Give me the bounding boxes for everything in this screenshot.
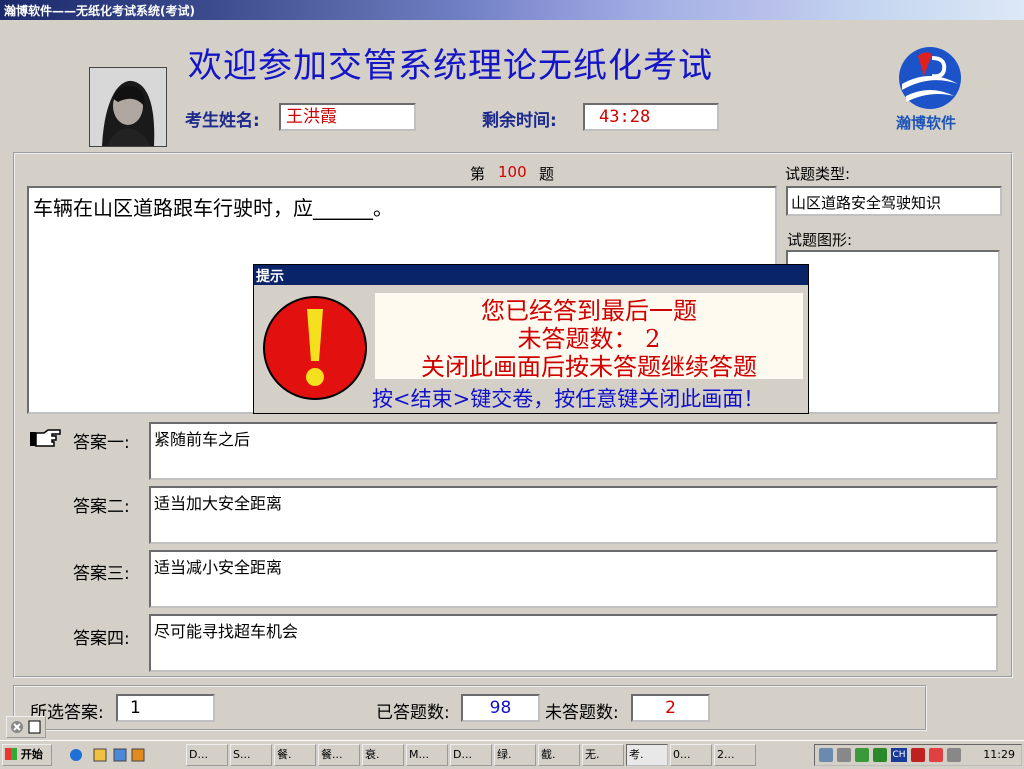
window-title-bar[interactable]: 瀚博软件——无纸化考试系统(考试): [0, 0, 1024, 20]
question-type-label: 试题类型:: [785, 165, 851, 183]
network-icon[interactable]: [819, 748, 833, 762]
taskbar-button-exam[interactable]: 考.: [626, 744, 668, 766]
unanswered-count-value: 2: [665, 698, 676, 718]
taskbar-button-3[interactable]: 餐.: [274, 744, 316, 766]
quick-launch-icons[interactable]: [64, 745, 154, 765]
answer-4-label: 答案四:: [73, 629, 130, 649]
ime-icon[interactable]: [911, 748, 925, 762]
answer-1-label: 答案一:: [73, 433, 130, 453]
answer-3-option[interactable]: 适当减小安全距离: [149, 550, 998, 608]
antivirus-icon[interactable]: [855, 748, 869, 762]
clock: 11:29: [983, 748, 1015, 761]
floating-toolbar[interactable]: [6, 716, 46, 738]
volume-icon[interactable]: [837, 748, 851, 762]
examinee-name-field: 王洪霞: [279, 103, 416, 131]
taskbar-button-7[interactable]: D...: [450, 744, 492, 766]
dialog-hint: 按<结束>键交卷，按任意键关闭此画面！: [372, 387, 765, 411]
tray-misc-icon[interactable]: [947, 748, 961, 762]
pointing-hand-icon: [30, 428, 62, 450]
question-type-value: 山区道路安全驾驶知识: [791, 194, 942, 212]
question-number-suffix: 题: [539, 165, 555, 183]
tray-app-icon[interactable]: [929, 748, 943, 762]
unanswered-count-label: 未答题数:: [545, 703, 619, 723]
dialog-message-box: 您已经答到最后一题 未答题数： 2 关闭此画面后按未答题继续答题: [375, 293, 803, 381]
taskbar-button-6[interactable]: M...: [406, 744, 448, 766]
question-text: 车辆在山区道路跟车行驶时，应______。: [33, 196, 393, 220]
answer-2-option[interactable]: 适当加大安全距离: [149, 486, 998, 544]
start-label: 开始: [20, 748, 43, 761]
taskbar-button-13[interactable]: 2...: [714, 744, 756, 766]
update-icon[interactable]: [873, 748, 887, 762]
answer-2-label: 答案二:: [73, 497, 130, 517]
prompt-dialog[interactable]: 提示 您已经答到最后一题 未答题数： 2 关闭此画面后按未答题继续答题 按<结束…: [253, 264, 809, 414]
question-figure-label: 试题图形:: [787, 231, 853, 249]
taskbar-button-2[interactable]: S...: [230, 744, 272, 766]
answer-3-label: 答案三:: [73, 564, 130, 584]
question-type-field: 山区道路安全驾驶知识: [786, 186, 1002, 216]
dialog-title-bar[interactable]: 提示: [254, 265, 808, 285]
answer-4-option[interactable]: 尽可能寻找超车机会: [149, 614, 998, 672]
taskbar-button-4[interactable]: 餐...: [318, 744, 360, 766]
question-number-prefix: 第: [470, 165, 486, 183]
answer-3-text: 适当减小安全距离: [154, 558, 283, 577]
input-language-indicator[interactable]: CH: [891, 748, 907, 762]
answered-count-value: 98: [489, 698, 512, 718]
taskbar-button-5[interactable]: 衰.: [362, 744, 404, 766]
examinee-name-label: 考生姓名:: [185, 111, 260, 131]
taskbar-button-9[interactable]: 截.: [538, 744, 580, 766]
answer-4-text: 尽可能寻找超车机会: [154, 622, 299, 641]
answered-count-label: 已答题数:: [376, 703, 450, 723]
question-figure-box: [786, 250, 1000, 414]
examinee-photo: [89, 67, 167, 147]
exam-main-title: 欢迎参加交管系统理论无纸化考试: [188, 46, 713, 86]
taskbar-button-1[interactable]: D...: [186, 744, 228, 766]
remaining-time-label: 剩余时间:: [482, 111, 557, 131]
window-title: 瀚博软件——无纸化考试系统(考试): [4, 4, 195, 18]
start-button[interactable]: 开始: [2, 744, 52, 766]
dialog-title: 提示: [256, 269, 284, 285]
answered-count-field: 98: [461, 694, 540, 722]
answer-1-option[interactable]: 紧随前车之后: [149, 422, 998, 480]
selected-answer-value: 1: [130, 698, 141, 718]
taskbar-button-12[interactable]: 0...: [670, 744, 712, 766]
selected-answer-field[interactable]: 1: [116, 694, 215, 722]
examinee-name-value: 王洪霞: [286, 107, 337, 127]
answer-2-text: 适当加大安全距离: [154, 494, 283, 513]
logo-text: 瀚博软件: [896, 114, 957, 132]
taskbar: 开始 D... S... 餐. 餐... 衰. M... D... 绿. 截. …: [0, 740, 1024, 768]
taskbar-button-8[interactable]: 绿.: [494, 744, 536, 766]
system-tray: CH 11:29: [814, 744, 1022, 766]
remaining-time-field: 43:28: [583, 103, 719, 131]
remaining-time-value: 43:28: [599, 107, 651, 127]
dialog-line-3: 关闭此画面后按未答题继续答题: [421, 353, 757, 381]
warning-icon: [262, 295, 368, 401]
answer-1-text: 紧随前车之后: [154, 430, 251, 449]
unanswered-count-field: 2: [631, 694, 710, 722]
taskbar-button-10[interactable]: 无.: [582, 744, 624, 766]
question-number: 100: [498, 163, 527, 181]
